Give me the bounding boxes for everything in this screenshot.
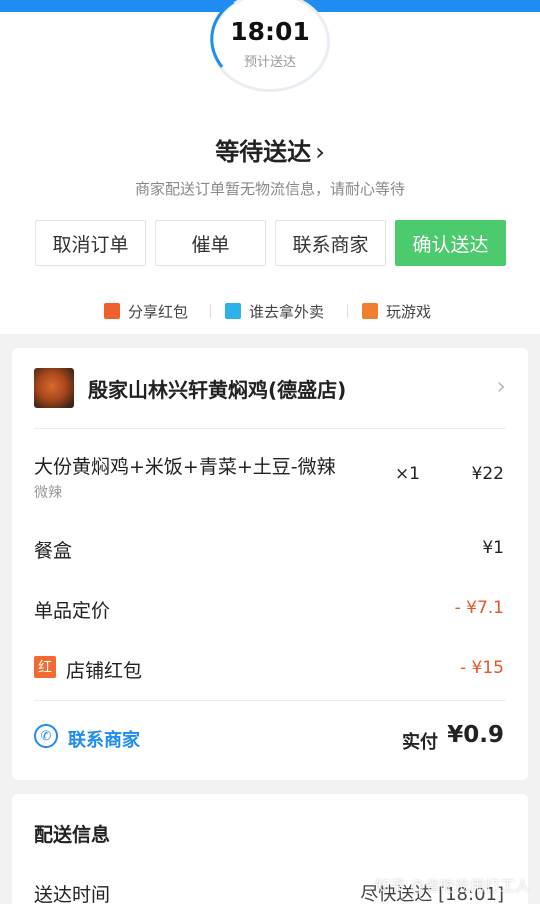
box-fee-value: ¥1	[482, 538, 504, 558]
phone-icon[interactable]: ✆	[34, 724, 58, 748]
play-game-link[interactable]: 玩游戏	[362, 300, 431, 322]
confirm-delivery-button[interactable]: 确认送达	[395, 220, 506, 266]
play-game-label: 玩游戏	[386, 302, 432, 321]
item-price: ¥22	[471, 464, 504, 484]
delivery-time-label: 送达时间	[34, 884, 111, 904]
item-name: 大份黄焖鸡+米饭+青菜+土豆-微辣	[34, 456, 336, 478]
eta-timer: 18:01 预计送达	[202, 0, 338, 102]
chevron-right-icon[interactable]: ›	[496, 372, 506, 400]
urge-order-button[interactable]: 催单	[155, 220, 266, 266]
divider	[34, 700, 506, 701]
divider	[347, 304, 348, 318]
status-title[interactable]: 等待送达 ›	[0, 132, 540, 167]
cancel-order-button[interactable]: 取消订单	[35, 220, 146, 266]
store-redpacket-value: - ¥15	[460, 658, 504, 678]
red-envelope-icon	[104, 303, 120, 319]
eta-label: 预计送达	[243, 55, 296, 70]
order-detail-card: 殷家山林兴轩黄焖鸡(德盛店) › 大份黄焖鸡+米饭+青菜+土豆-微辣 微辣 ×1…	[12, 348, 528, 780]
shop-thumbnail	[34, 368, 74, 408]
who-fetches-label: 谁去拿外卖	[249, 302, 325, 321]
who-fetches-link[interactable]: 谁去拿外卖	[225, 300, 324, 322]
divider	[210, 304, 211, 318]
delivery-heading: 配送信息	[34, 824, 111, 846]
divider	[34, 428, 506, 429]
chevron-right-icon: ›	[315, 138, 325, 166]
contact-merchant-link[interactable]: 联系商家	[68, 726, 140, 752]
store-redpacket-label: 店铺红包	[66, 660, 143, 682]
eta-time: 18:01	[230, 17, 310, 46]
dice-icon	[225, 303, 241, 319]
order-status-panel: 18:01 预计送达 等待送达 › 商家配送订单暂无物流信息，请耐心等待 取消订单…	[0, 0, 540, 334]
status-subtitle: 商家配送订单暂无物流信息，请耐心等待	[134, 180, 405, 198]
item-discount-value: - ¥7.1	[454, 598, 504, 618]
item-discount-label: 单品定价	[34, 600, 111, 622]
item-qty: ×1	[394, 464, 420, 484]
paid-label: 实付	[402, 732, 438, 753]
share-redpacket-link[interactable]: 分享红包	[104, 300, 188, 322]
status-title-text: 等待送达	[215, 138, 312, 166]
store-redpacket-icon: 红	[34, 656, 56, 678]
share-redpacket-label: 分享红包	[128, 302, 189, 321]
shop-name[interactable]: 殷家山林兴轩黄焖鸡(德盛店)	[88, 374, 346, 403]
item-spec: 微辣	[34, 485, 62, 501]
watermark: 知乎 @省吃俭用打工人	[375, 877, 530, 895]
paid-value: ¥0.9	[447, 722, 504, 748]
gamepad-icon	[362, 303, 378, 319]
box-fee-label: 餐盒	[34, 540, 73, 562]
contact-merchant-button[interactable]: 联系商家	[275, 220, 386, 266]
